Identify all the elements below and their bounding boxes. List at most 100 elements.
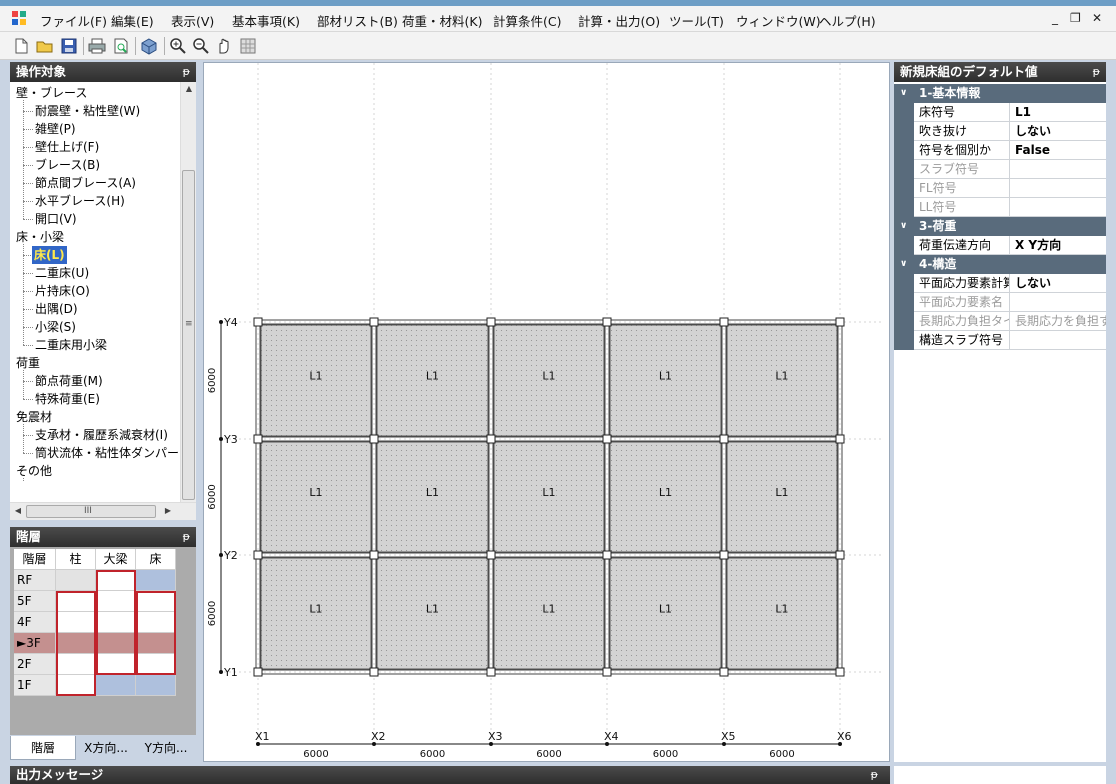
menu-window[interactable]: ウィンドウ(W) [736,11,821,30]
property-row[interactable]: LL符号 [894,198,1106,217]
property-row[interactable]: 吹き抜け しない [894,122,1106,141]
pin-icon[interactable]: ᵽ [1093,62,1100,82]
floor-cell[interactable] [136,570,176,591]
pin-icon[interactable]: ᵽ [871,766,878,784]
property-row[interactable]: 床符号 L1 [894,103,1106,122]
tree-item[interactable]: 二重床(U) [35,264,89,282]
3d-view-icon[interactable] [140,37,158,55]
property-value[interactable] [1011,331,1106,349]
property-category[interactable]: ∨ 1-基本情報 [894,84,1106,103]
property-value[interactable]: X Y方向 [1011,236,1106,254]
column-node[interactable] [369,434,379,444]
property-row[interactable]: 構造スラブ符号 [894,331,1106,350]
tree-horizontal-scrollbar[interactable]: ◀ III ▶ [10,502,196,520]
hscroll-thumb[interactable]: III [26,505,156,518]
tab-x-direction[interactable]: X方向... [76,736,136,760]
column-node[interactable] [602,550,612,560]
column-node[interactable] [369,550,379,560]
collapse-chevron-icon[interactable]: ∨ [900,84,907,103]
grid-icon[interactable] [239,37,257,55]
plan-drawing[interactable]: L1 L1 L1 L1 L1 L1 L1 L1 L1 L1 L1 L1 L1 L1 L1 Y1 Y2 Y3 Y4 60… [204,63,891,763]
column-node[interactable] [369,317,379,327]
property-value[interactable] [1011,198,1106,216]
column-node[interactable] [486,667,496,677]
menu-basic[interactable]: 基本事項(K) [232,11,300,30]
property-value[interactable]: L1 [1011,103,1106,121]
property-value[interactable]: 長期応力を負担する [1011,312,1106,330]
tree-item[interactable]: 節点間ブレース(A) [35,174,136,192]
zoom-in-icon[interactable] [169,37,187,55]
property-value[interactable] [1011,179,1106,197]
menu-load-material[interactable]: 荷重・材料(K) [402,11,482,30]
tree-item[interactable]: 水平ブレース(H) [35,192,125,210]
column-node[interactable] [486,434,496,444]
pin-icon[interactable]: ᵽ [183,527,190,547]
tree-item[interactable]: 支承材・履歴系減衰材(I) [35,426,168,444]
tree-item[interactable]: 雑壁(P) [35,120,76,138]
tree-item[interactable]: 節点荷重(M) [35,372,103,390]
tree-group[interactable]: 壁・ブレース [16,84,87,102]
column-node[interactable] [253,317,263,327]
floor-cell[interactable] [136,675,176,696]
tree-group[interactable]: 荷重 [16,354,40,372]
property-row[interactable]: 長期応力負担タイプ長期応力を負担する [894,312,1106,331]
column-node[interactable] [486,550,496,560]
collapse-chevron-icon[interactable]: ∨ [900,217,907,236]
new-file-icon[interactable] [12,37,30,55]
column-node[interactable] [719,317,729,327]
property-value[interactable]: しない [1011,122,1106,140]
tree-item[interactable]: 開口(V) [35,210,77,228]
scroll-right-arrow-icon[interactable]: ▶ [162,506,174,515]
property-category[interactable]: ∨ 3-荷重 [894,217,1106,236]
tree-group[interactable]: 免震材 [16,408,52,426]
property-row[interactable]: スラブ符号 [894,160,1106,179]
column-node[interactable] [835,550,845,560]
scroll-up-arrow-icon[interactable]: ▲ [181,84,197,93]
close-button[interactable]: ✕ [1092,11,1102,25]
property-row[interactable]: 荷重伝達方向 X Y方向 [894,236,1106,255]
print-preview-icon[interactable] [112,37,130,55]
tree-item[interactable]: 耐震壁・粘性壁(W) [35,102,140,120]
tab-floor[interactable]: 階層 [10,736,76,760]
property-row[interactable]: 平面応力要素名 [894,293,1106,312]
tree-item[interactable]: ブレース(B) [35,156,100,174]
floor-cell[interactable] [96,675,136,696]
floor-row-label[interactable]: ►3F [14,633,56,654]
tree-item[interactable]: 壁仕上げ(F) [35,138,99,156]
tree-group[interactable]: その他 [16,462,52,480]
property-row[interactable]: FL符号 [894,179,1106,198]
tree-item[interactable]: 杭 [35,480,47,482]
tree-item[interactable]: 筒状流体・粘性体ダンパー(R [35,444,190,462]
column-node[interactable] [835,317,845,327]
property-row[interactable]: 符号を個別か False [894,141,1106,160]
column-node[interactable] [369,667,379,677]
menu-edit[interactable]: 編集(E) [111,11,154,30]
tree-vertical-scrollbar[interactable]: ▲ ≡ [180,82,196,502]
menu-view[interactable]: 表示(V) [171,11,214,30]
column-node[interactable] [253,667,263,677]
property-category[interactable]: ∨ 4-構造 [894,255,1106,274]
property-value[interactable] [1011,293,1106,311]
floor-cell[interactable] [56,570,96,591]
column-node[interactable] [719,550,729,560]
menu-calc-conditions[interactable]: 計算条件(C) [493,11,561,30]
property-value[interactable]: False [1011,141,1106,159]
property-value[interactable]: しない [1011,274,1106,292]
tree-item[interactable]: 片持床(O) [35,282,90,300]
open-folder-icon[interactable] [36,37,54,55]
pan-hand-icon[interactable] [215,37,233,55]
menu-tools[interactable]: ツール(T) [669,11,724,30]
tree-item[interactable]: 特殊荷重(E) [35,390,100,408]
menu-member-list[interactable]: 部材リスト(B) [317,11,398,30]
minimize-button[interactable]: _ [1052,11,1058,25]
property-row[interactable]: 平面応力要素計算 しない [894,274,1106,293]
menu-help[interactable]: ヘルプ(H) [819,11,876,30]
floor-row-label[interactable]: 4F [14,612,56,633]
plan-canvas[interactable]: L1 L1 L1 L1 L1 L1 L1 L1 L1 L1 L1 L1 L1 L1 L1 Y1 Y2 Y3 Y4 60… [203,62,890,762]
property-value[interactable] [1011,160,1106,178]
pin-icon[interactable]: ᵽ [183,62,190,82]
column-node[interactable] [602,317,612,327]
scroll-thumb[interactable]: ≡ [182,170,195,500]
floor-row-label[interactable]: 1F [14,675,56,696]
tree-item[interactable]: 出隅(D) [35,300,78,318]
